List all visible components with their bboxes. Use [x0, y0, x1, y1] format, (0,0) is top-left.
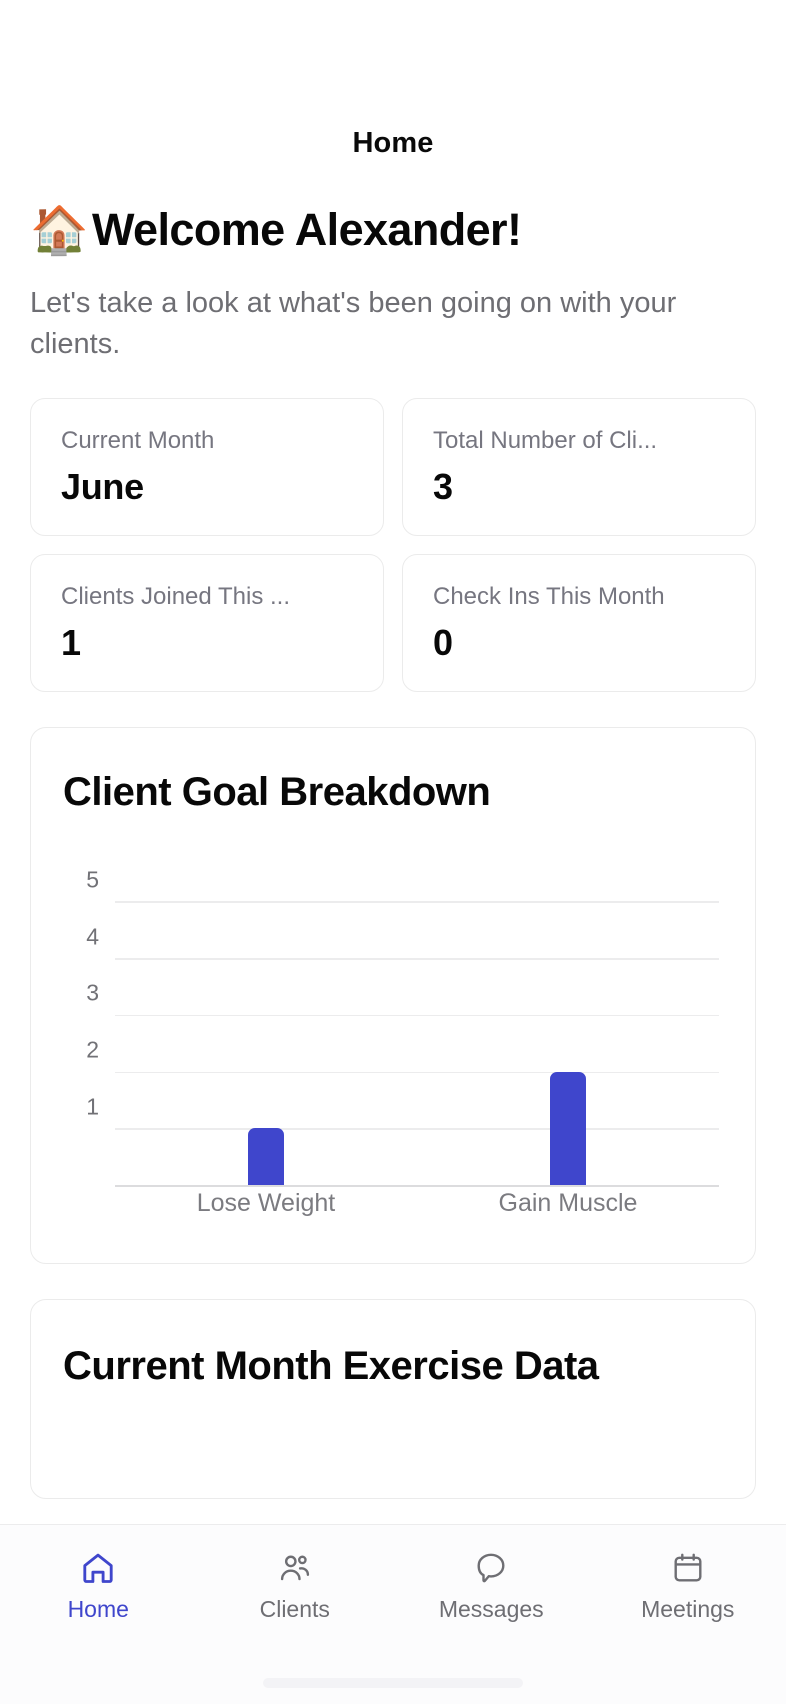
welcome-heading: 🏠 Welcome Alexander! [30, 203, 756, 257]
calendar-icon [667, 1547, 709, 1589]
tab-clients[interactable]: Clients [197, 1547, 394, 1621]
x-axis-labels: Lose Weight Gain Muscle [115, 1188, 719, 1235]
stat-label: Total Number of Cli... [433, 426, 658, 454]
bottom-tab-bar: Home Clients Messages Meetings [0, 1524, 786, 1704]
stat-card-total-clients[interactable]: Total Number of Cli... 3 [402, 397, 756, 536]
y-axis-tick-label: 4 [86, 923, 99, 950]
client-goal-breakdown-card: Client Goal Breakdown 1 2 3 4 5 Lose Weight G… [30, 726, 756, 1264]
chart-gridline [115, 1071, 719, 1074]
chart-gridline [115, 901, 719, 903]
app-screen: Home 🏠 Welcome Alexander! Let's take a l… [0, 0, 786, 1704]
people-icon [274, 1547, 316, 1589]
next-card-title: Current Month Exercise Data [63, 1343, 599, 1388]
stat-value: June [61, 466, 144, 508]
welcome-title: Welcome Alexander! [92, 204, 522, 255]
stat-value: 1 [61, 622, 81, 664]
welcome-subtitle: Let's take a look at what's been going o… [30, 287, 677, 361]
home-indicator [263, 1678, 523, 1688]
house-emoji: 🏠 [30, 203, 89, 257]
stat-label: Check Ins This Month [433, 582, 665, 610]
chart-title: Client Goal Breakdown [63, 769, 491, 814]
stat-card-clients-joined[interactable]: Clients Joined This ... 1 [30, 553, 384, 692]
chart-bar[interactable] [248, 1128, 284, 1186]
y-axis-tick-label: 3 [86, 979, 99, 1006]
navigation-bar: Home [0, 0, 786, 178]
chart-gridline [115, 958, 719, 960]
tab-messages[interactable]: Messages [393, 1547, 590, 1621]
tab-label: Messages [438, 1596, 544, 1622]
stat-card-current-month[interactable]: Current Month June [30, 397, 384, 536]
chart-gridline [115, 1014, 719, 1017]
chart-gridline [115, 1128, 719, 1130]
tab-label: Home [67, 1596, 129, 1622]
home-icon [77, 1547, 119, 1589]
chart-plot-area: 1 2 3 4 5 [86, 868, 719, 1187]
tab-home[interactable]: Home [0, 1547, 197, 1621]
page-title: Home [352, 127, 434, 159]
tab-label: Meetings [641, 1596, 735, 1622]
stat-card-grid: Current Month June Total Number of Cli..… [30, 397, 756, 692]
chat-bubble-icon [470, 1547, 512, 1589]
current-month-exercise-data-card: Current Month Exercise Data [30, 1298, 756, 1499]
stat-label: Current Month [61, 426, 215, 454]
y-axis-tick-label: 5 [86, 866, 99, 893]
tab-label: Clients [259, 1596, 330, 1622]
stat-card-check-ins[interactable]: Check Ins This Month 0 [402, 553, 756, 692]
stat-value: 0 [433, 622, 453, 664]
x-axis-tick-label: Gain Muscle [498, 1188, 638, 1217]
tab-meetings[interactable]: Meetings [590, 1547, 786, 1621]
y-axis-tick-label: 1 [86, 1093, 99, 1120]
x-axis-tick-label: Lose Weight [196, 1188, 336, 1217]
scroll-content: 🏠 Welcome Alexander! Let's take a look a… [0, 206, 786, 1499]
x-axis-line [115, 1185, 719, 1187]
bar-chart: 1 2 3 4 5 Lose Weight Gain Muscle [61, 868, 725, 1235]
stat-label: Clients Joined This ... [61, 582, 290, 610]
stat-value: 3 [433, 466, 453, 508]
y-axis-tick-label: 2 [86, 1036, 99, 1063]
chart-bar[interactable] [550, 1071, 586, 1186]
